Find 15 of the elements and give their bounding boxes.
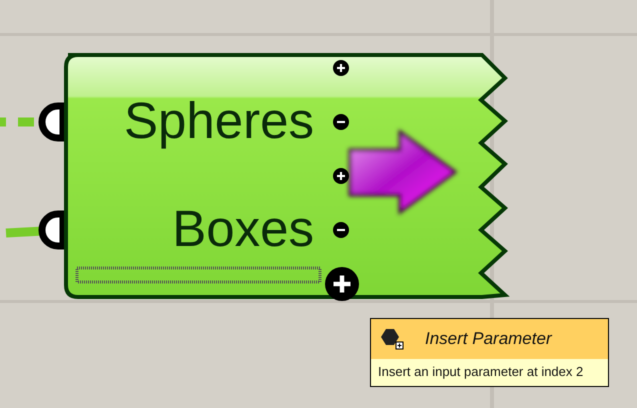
component-body[interactable] — [64, 53, 507, 299]
input-label: Boxes — [172, 199, 314, 259]
plus-icon[interactable] — [333, 60, 349, 76]
arrow-icon — [348, 129, 458, 215]
hexagon-icon — [381, 328, 405, 350]
minus-icon[interactable] — [333, 222, 349, 238]
input-grip-icon[interactable] — [38, 102, 66, 142]
plus-icon[interactable] — [325, 267, 359, 301]
minus-icon[interactable] — [333, 114, 349, 130]
input-grip-icon[interactable] — [38, 210, 66, 250]
plus-icon[interactable] — [333, 168, 349, 184]
tooltip-description: Insert an input parameter at index 2 — [377, 363, 584, 381]
drag-handle[interactable] — [76, 266, 322, 284]
tooltip-title: Insert Parameter — [425, 329, 552, 349]
input-label: Spheres — [124, 91, 314, 151]
